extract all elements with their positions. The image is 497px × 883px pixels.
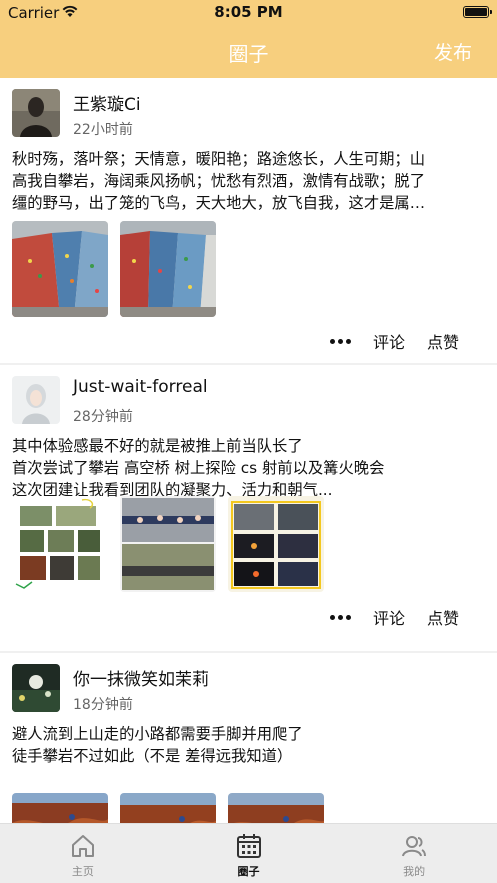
- tab-label: 我的: [403, 865, 426, 878]
- tab-circle[interactable]: 圈子: [166, 824, 332, 883]
- post-time: 28分钟前: [73, 409, 133, 425]
- comment-button[interactable]: 评论: [373, 329, 405, 353]
- post-images: [12, 221, 216, 317]
- post-image[interactable]: [12, 793, 108, 823]
- post-image[interactable]: [12, 496, 108, 592]
- post-card[interactable]: 你一抹微笑如茉莉 18分钟前 避人流到上山走的小路都需要手脚并用爬了 徒手攀岩不…: [0, 653, 497, 823]
- content-line: 避人流到上山走的小路都需要手脚并用爬了: [12, 725, 303, 743]
- username[interactable]: 你一抹微笑如茉莉: [73, 665, 209, 690]
- post-actions: 评论 点赞: [329, 605, 459, 629]
- post-card[interactable]: Just-wait-forreal 28分钟前 其中体验感最不好的就是被推上前当…: [0, 365, 497, 651]
- status-time: 8:05 PM: [214, 3, 283, 21]
- post-images: [12, 793, 324, 823]
- publish-button[interactable]: 发布: [434, 38, 472, 65]
- post-content[interactable]: 其中体验感最不好的就是被推上前当队长了 首次尝试了攀岩 高空桥 树上探险 cs …: [12, 435, 484, 501]
- like-button[interactable]: 点赞: [427, 605, 459, 629]
- post-image[interactable]: [12, 221, 108, 317]
- tab-label: 圈子: [237, 865, 260, 878]
- battery-icon: [463, 6, 492, 18]
- content-line: 徒手攀岩不过如此（不是 差得远我知道）: [12, 747, 293, 765]
- page-title: 圈子: [228, 42, 269, 66]
- post-content[interactable]: 避人流到上山走的小路都需要手脚并用爬了 徒手攀岩不过如此（不是 差得远我知道）: [12, 723, 484, 767]
- post-images: [12, 496, 324, 592]
- content-line: 缰的野马，出了笼的飞鸟，天大地大，放飞自我，这才是属…: [12, 194, 426, 212]
- avatar[interactable]: [12, 89, 60, 137]
- content-line: 首次尝试了攀岩 高空桥 树上探险 cs 射前以及篝火晚会: [12, 459, 385, 477]
- tab-mine[interactable]: 我的: [331, 824, 497, 883]
- post-image[interactable]: [120, 496, 216, 592]
- more-dots-icon[interactable]: [329, 338, 351, 344]
- tab-home[interactable]: 主页: [0, 824, 166, 883]
- post-actions: 评论 点赞: [329, 329, 459, 353]
- post-image[interactable]: [120, 221, 216, 317]
- post-image[interactable]: [228, 496, 324, 592]
- users-icon: [402, 836, 427, 857]
- post-image[interactable]: [228, 793, 324, 823]
- post-image[interactable]: [120, 793, 216, 823]
- nav-bar: 圈子 发布: [0, 26, 497, 78]
- status-bar: Carrier 8:05 PM: [0, 0, 497, 26]
- like-button[interactable]: 点赞: [427, 329, 459, 353]
- avatar[interactable]: [12, 376, 60, 424]
- username[interactable]: 王紫璇Ci: [73, 90, 141, 115]
- tab-label: 主页: [71, 865, 94, 878]
- post-time: 18分钟前: [73, 697, 133, 713]
- post-card[interactable]: 王紫璇Ci 22小时前 秋时殇，落叶祭；天情意，暖阳艳；路途悠长，人生可期；山 …: [0, 78, 497, 363]
- tab-bar: 主页 圈子 我的: [0, 823, 497, 883]
- post-time: 22小时前: [73, 122, 133, 138]
- avatar[interactable]: [12, 664, 60, 712]
- comment-button[interactable]: 评论: [373, 605, 405, 629]
- post-feed[interactable]: 王紫璇Ci 22小时前 秋时殇，落叶祭；天情意，暖阳艳；路途悠长，人生可期；山 …: [0, 78, 497, 823]
- content-line: 秋时殇，落叶祭；天情意，暖阳艳；路途悠长，人生可期；山: [12, 150, 426, 168]
- content-line: 高我自攀岩，海阔乘风扬帆；忧愁有烈酒，激情有战歌；脱了: [12, 172, 426, 190]
- calendar-icon: [236, 834, 261, 858]
- home-icon: [71, 835, 94, 857]
- content-line: 其中体验感最不好的就是被推上前当队长了: [12, 437, 303, 455]
- username[interactable]: Just-wait-forreal: [73, 377, 208, 397]
- post-content[interactable]: 秋时殇，落叶祭；天情意，暖阳艳；路途悠长，人生可期；山 高我自攀岩，海阔乘风扬帆…: [12, 148, 484, 214]
- more-dots-icon[interactable]: [329, 614, 351, 620]
